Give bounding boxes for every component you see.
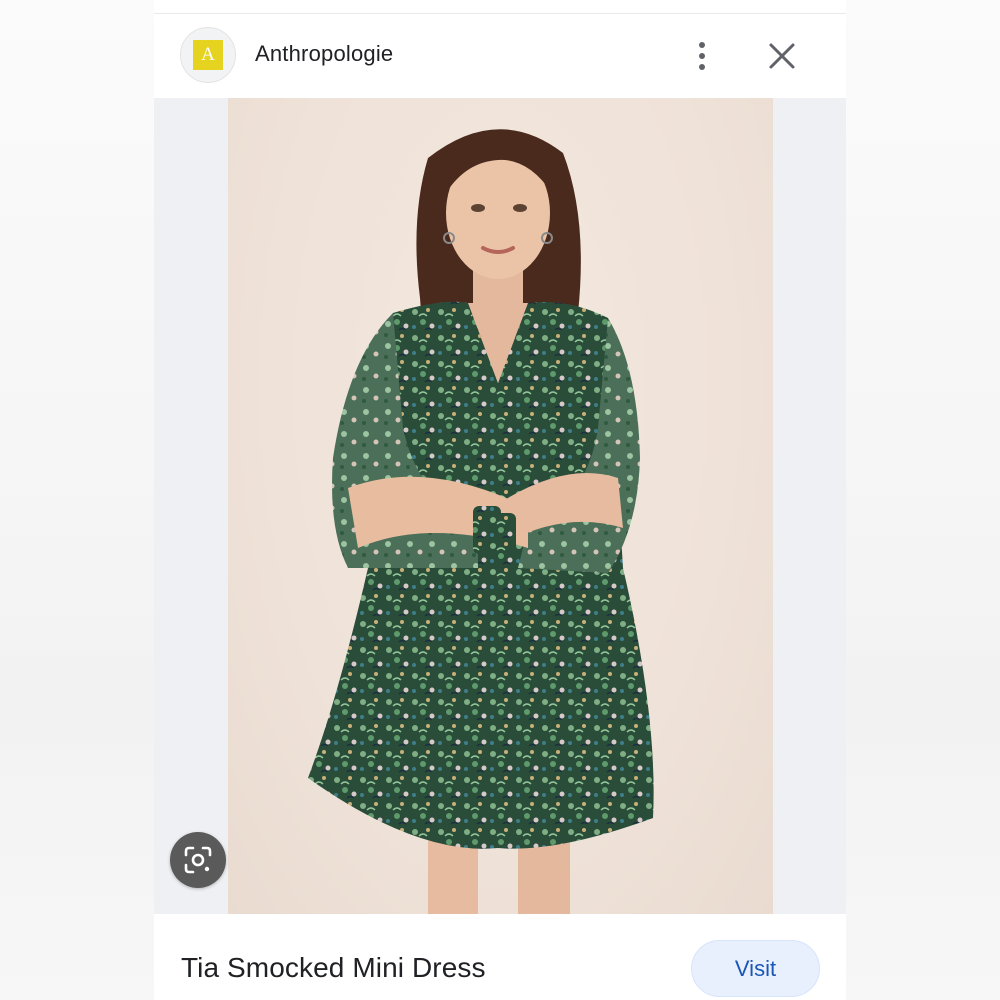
product-title[interactable]: Tia Smocked Mini Dress: [181, 952, 486, 984]
result-footer: Tia Smocked Mini Dress Visit: [154, 914, 846, 1000]
more-options-button[interactable]: [686, 36, 718, 76]
more-vert-icon-dot: [699, 64, 705, 70]
google-lens-icon: [184, 846, 212, 874]
site-favicon[interactable]: A: [180, 27, 236, 83]
product-photo[interactable]: [228, 98, 773, 914]
close-icon: [769, 43, 795, 69]
blurred-background-left: [0, 0, 154, 1000]
logo-letter: A: [201, 44, 215, 65]
image-viewer[interactable]: [154, 98, 846, 914]
google-lens-button[interactable]: [170, 832, 226, 888]
more-vert-icon-dot: [699, 53, 705, 59]
product-photo-illustration: [308, 129, 654, 914]
site-name[interactable]: Anthropologie: [255, 41, 393, 67]
close-button[interactable]: [762, 36, 802, 76]
blurred-background-right: [846, 0, 1000, 1000]
visit-button[interactable]: Visit: [691, 940, 820, 997]
top-divider: [154, 0, 846, 14]
source-header: A Anthropologie: [154, 14, 846, 98]
anthropologie-logo-icon: A: [193, 40, 223, 70]
more-vert-icon: [699, 42, 705, 48]
image-preview-card: A Anthropologie Tia Smocked Mini Dress V…: [154, 0, 846, 1000]
